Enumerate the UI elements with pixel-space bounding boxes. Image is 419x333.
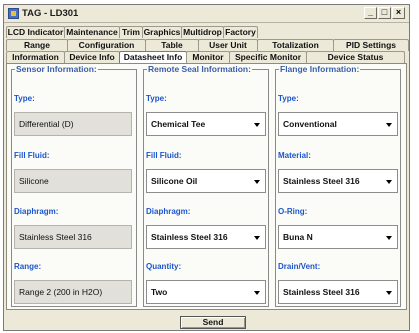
sensor-group-title: Sensor Information: <box>15 64 98 74</box>
title-bar: TAG - LD301 _ □ × <box>4 5 409 23</box>
window-title: TAG - LD301 <box>22 8 79 19</box>
sensor-type-label: Type: <box>14 94 35 103</box>
tab-device-info[interactable]: Device Info <box>64 51 120 63</box>
tab-factory[interactable]: Factory <box>223 26 258 38</box>
chevron-down-icon[interactable] <box>254 180 260 184</box>
app-window: TAG - LD301 _ □ × LCD Indicator Maintena… <box>3 4 410 331</box>
flange-type-label: Type: <box>278 94 299 103</box>
tab-row-2: Range Configuration Table User Unit Tota… <box>6 39 409 51</box>
flange-material-value: Stainless Steel 316 <box>283 176 360 186</box>
sensor-diaphragm-label: Diaphragm: <box>14 207 59 216</box>
remote-seal-group-title: Remote Seal Information: <box>147 64 252 74</box>
minimize-button[interactable]: _ <box>364 7 377 19</box>
tab-lcd-indicator[interactable]: LCD Indicator <box>6 26 65 38</box>
chevron-down-icon[interactable] <box>386 291 392 295</box>
flange-drain-vent-select[interactable]: Stainless Steel 316 <box>278 280 398 304</box>
remote-seal-diaphragm-select[interactable]: Stainless Steel 316 <box>146 225 266 249</box>
chevron-down-icon[interactable] <box>254 123 260 127</box>
tab-multidrop[interactable]: Multidrop <box>181 26 224 38</box>
tab-pid-settings[interactable]: PID Settings <box>333 39 409 51</box>
close-button[interactable]: × <box>392 7 405 19</box>
remote-seal-diaphragm-value: Stainless Steel 316 <box>151 232 228 242</box>
remote-seal-type-value: Chemical Tee <box>151 119 206 129</box>
tab-device-status[interactable]: Device Status <box>306 51 405 63</box>
remote-seal-type-label: Type: <box>146 94 167 103</box>
chevron-down-icon[interactable] <box>386 123 392 127</box>
tab-row-3: Information Device Info Datasheet Info M… <box>6 51 409 64</box>
flange-o-ring-label: O-Ring: <box>278 207 308 216</box>
remote-seal-quantity-label: Quantity: <box>146 262 182 271</box>
chevron-down-icon[interactable] <box>254 291 260 295</box>
tab-trim[interactable]: Trim <box>119 26 143 38</box>
remote-seal-information-group: Remote Seal Information: Type: Chemical … <box>143 64 269 307</box>
remote-seal-fill-fluid-label: Fill Fluid: <box>146 151 182 160</box>
sensor-diaphragm-value: Stainless Steel 316 <box>14 225 132 249</box>
remote-seal-diaphragm-label: Diaphragm: <box>146 207 191 216</box>
sensor-range-value: Range 2 (200 in H2O) <box>14 280 132 304</box>
chevron-down-icon[interactable] <box>386 236 392 240</box>
sensor-type-value: Differential (D) <box>14 112 132 136</box>
tab-user-unit[interactable]: User Unit <box>198 39 258 51</box>
tab-information[interactable]: Information <box>6 51 65 63</box>
remote-seal-quantity-select[interactable]: Two <box>146 280 266 304</box>
flange-type-select[interactable]: Conventional <box>278 112 398 136</box>
remote-seal-fill-fluid-select[interactable]: Silicone Oil <box>146 169 266 193</box>
flange-group-title: Flange Information: <box>279 64 361 74</box>
sensor-fill-fluid-value: Silicone <box>14 169 132 193</box>
flange-drain-vent-value: Stainless Steel 316 <box>283 287 360 297</box>
datasheet-panel: Sensor Information: Type: Differential (… <box>6 63 407 310</box>
tab-totalization[interactable]: Totalization <box>257 39 334 51</box>
tab-maintenance[interactable]: Maintenance <box>64 26 120 38</box>
chevron-down-icon[interactable] <box>254 236 260 240</box>
remote-seal-type-select[interactable]: Chemical Tee <box>146 112 266 136</box>
tab-specific-monitor[interactable]: Specific Monitor <box>229 51 307 63</box>
flange-drain-vent-label: Drain/Vent: <box>278 262 321 271</box>
app-icon <box>8 8 19 19</box>
flange-o-ring-select[interactable]: Buna N <box>278 225 398 249</box>
flange-material-select[interactable]: Stainless Steel 316 <box>278 169 398 193</box>
flange-material-label: Material: <box>278 151 311 160</box>
tab-monitor[interactable]: Monitor <box>186 51 230 63</box>
flange-type-value: Conventional <box>283 119 337 129</box>
flange-o-ring-value: Buna N <box>283 232 313 242</box>
tab-configuration[interactable]: Configuration <box>67 39 146 51</box>
chevron-down-icon[interactable] <box>386 180 392 184</box>
sensor-range-label: Range: <box>14 262 42 271</box>
remote-seal-fill-fluid-value: Silicone Oil <box>151 176 198 186</box>
maximize-button[interactable]: □ <box>378 7 391 19</box>
tab-table[interactable]: Table <box>145 39 199 51</box>
tab-range[interactable]: Range <box>6 39 68 51</box>
remote-seal-quantity-value: Two <box>151 287 168 297</box>
send-button[interactable]: Send <box>180 316 246 329</box>
sensor-information-group: Sensor Information: Type: Differential (… <box>11 64 137 307</box>
tab-graphics[interactable]: Graphics <box>142 26 182 38</box>
sensor-fill-fluid-label: Fill Fluid: <box>14 151 50 160</box>
tab-row-1: LCD Indicator Maintenance Trim Graphics … <box>6 26 258 38</box>
flange-information-group: Flange Information: Type: Conventional M… <box>275 64 401 307</box>
